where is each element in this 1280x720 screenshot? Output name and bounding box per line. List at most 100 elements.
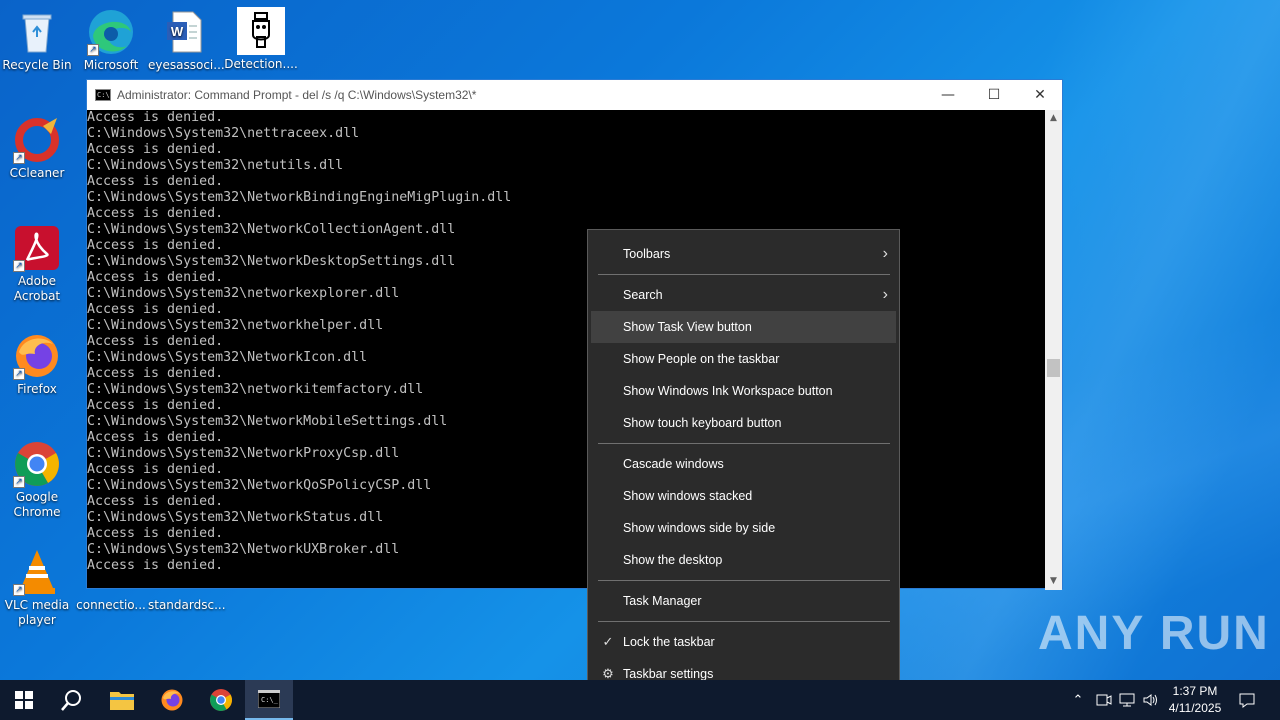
tray-volume[interactable]: [1141, 680, 1161, 720]
menu-item-show-ink-workspace[interactable]: Show Windows Ink Workspace button: [591, 375, 896, 407]
console-line: Access is denied.: [87, 526, 224, 541]
window-title: Administrator: Command Prompt - del /s /…: [117, 88, 477, 102]
notification-icon: [1239, 693, 1255, 708]
console-line: Access is denied.: [87, 334, 224, 349]
desktop-icon-edge[interactable]: ↗ Microsoft Edge: [74, 8, 148, 74]
console-line: C:\Windows\System32\nettraceex.dll: [87, 126, 360, 141]
menu-item-label: Show Task View button: [623, 320, 752, 334]
desktop-icon-word-doc[interactable]: W eyesassoci...: [148, 8, 225, 73]
anyrun-watermark: ANY RUN: [1038, 607, 1270, 660]
desktop-icon-standards[interactable]: standardsc...: [148, 598, 226, 613]
menu-item-show-people[interactable]: Show People on the taskbar: [591, 343, 896, 375]
taskbar-file-explorer[interactable]: [98, 680, 146, 720]
menu-item-label: Show Windows Ink Workspace button: [623, 384, 833, 398]
firefox-icon: [161, 689, 183, 711]
console-line: C:\Windows\System32\NetworkIcon.dll: [87, 350, 368, 365]
adobe-acrobat-icon: ↗: [13, 224, 61, 272]
shortcut-arrow-icon: ↗: [13, 584, 25, 596]
scroll-up-arrow-icon[interactable]: ▲: [1045, 110, 1062, 127]
desktop-icon-recycle-bin[interactable]: Recycle Bin: [0, 8, 74, 73]
menu-item-show-touch-keyboard[interactable]: Show touch keyboard button: [591, 407, 896, 439]
console-line: C:\Windows\System32\NetworkProxyCsp.dll: [87, 446, 400, 461]
console-line: Access is denied.: [87, 366, 224, 381]
desktop-icon-connection[interactable]: connectio...: [74, 598, 148, 613]
console-line: C:\Windows\System32\NetworkMobileSetting…: [87, 414, 448, 429]
shortcut-arrow-icon: ↗: [13, 260, 25, 272]
desktop-icon-label: Google Chrome: [13, 490, 61, 519]
menu-item-task-manager[interactable]: Task Manager: [591, 585, 896, 617]
console-line: C:\Windows\System32\NetworkUXBroker.dll: [87, 542, 400, 557]
minimize-icon: —: [941, 87, 955, 103]
console-line: Access is denied.: [87, 398, 224, 413]
console-line: Access is denied.: [87, 110, 224, 125]
menu-item-toolbars[interactable]: Toolbars ›: [591, 238, 896, 270]
console-line: Access is denied.: [87, 142, 224, 157]
desktop-icon-label: eyesassoci...: [148, 58, 225, 72]
maximize-button[interactable]: ☐: [971, 80, 1017, 110]
clock-time: 1:37 PM: [1172, 684, 1218, 698]
chevron-up-icon: ⌃: [1072, 692, 1084, 708]
menu-separator: [598, 274, 890, 275]
console-line: C:\Windows\System32\NetworkQoSPolicyCSP.…: [87, 478, 432, 493]
menu-item-show-task-view[interactable]: Show Task View button: [591, 311, 896, 343]
search-button[interactable]: [48, 680, 96, 720]
desktop-icon-label: Firefox: [17, 382, 57, 396]
desktop-icon-firefox[interactable]: ↗ Firefox: [0, 332, 74, 397]
tray-network[interactable]: [1117, 680, 1137, 720]
console-line: Access is denied.: [87, 302, 224, 317]
window-titlebar[interactable]: C:\ Administrator: Command Prompt - del …: [87, 80, 1062, 110]
menu-item-side-by-side[interactable]: Show windows side by side: [591, 512, 896, 544]
close-icon: ✕: [1034, 87, 1046, 103]
taskbar-clock[interactable]: 1:37 PM 4/11/2025: [1160, 683, 1230, 717]
taskbar-firefox[interactable]: [148, 680, 196, 720]
menu-item-label: Show the desktop: [623, 553, 723, 567]
console-line: C:\Windows\System32\networkhelper.dll: [87, 318, 384, 333]
console-line: C:\Windows\System32\netutils.dll: [87, 158, 344, 173]
search-icon: [61, 690, 81, 711]
volume-icon: [1143, 694, 1157, 706]
close-button[interactable]: ✕: [1017, 80, 1063, 110]
desktop-icon-label: VLC media player: [4, 598, 70, 627]
show-hidden-icons-button[interactable]: ⌃: [1068, 680, 1088, 720]
taskbar-context-menu: Toolbars › Search › Show Task View butto…: [587, 229, 900, 699]
svg-text:C:\_: C:\_: [261, 696, 279, 704]
desktop-icon-acrobat[interactable]: ↗ Adobe Acrobat: [0, 224, 74, 304]
vertical-scrollbar[interactable]: ▲ ▼: [1045, 110, 1062, 590]
minimize-button[interactable]: —: [925, 80, 971, 110]
console-line: Access is denied.: [87, 270, 224, 285]
word-document-icon: W: [161, 8, 209, 56]
taskbar-cmd[interactable]: C:\_: [245, 680, 293, 720]
console-line: Access is denied.: [87, 174, 224, 189]
clock-date: 4/11/2025: [1168, 701, 1222, 715]
desktop-icon-vlc[interactable]: ↗ VLC media player: [0, 548, 74, 628]
taskbar[interactable]: C:\_ ⌃ 1:37 PM 4/11/2025: [0, 680, 1280, 720]
shortcut-arrow-icon: ↗: [13, 476, 25, 488]
desktop-icon-detection[interactable]: Detection....: [224, 7, 298, 72]
menu-item-label: Lock the taskbar: [623, 635, 715, 649]
start-button[interactable]: [0, 680, 48, 720]
menu-item-show-desktop[interactable]: Show the desktop: [591, 544, 896, 576]
console-line: C:\Windows\System32\NetworkStatus.dll: [87, 510, 384, 525]
menu-item-search[interactable]: Search ›: [591, 279, 896, 311]
scrollbar-thumb[interactable]: [1047, 359, 1060, 377]
command-prompt-window[interactable]: C:\ Administrator: Command Prompt - del …: [86, 79, 1063, 590]
scroll-down-arrow-icon[interactable]: ▼: [1045, 573, 1062, 590]
console-output[interactable]: Access is denied. C:\Windows\System32\net…: [87, 110, 1047, 590]
menu-item-lock-taskbar[interactable]: ✓ Lock the taskbar: [591, 626, 896, 658]
console-line: Access is denied.: [87, 238, 224, 253]
action-center-button[interactable]: [1234, 680, 1260, 720]
desktop-icon-ccleaner[interactable]: ↗ CCleaner: [0, 116, 74, 181]
start-icon: [15, 691, 33, 709]
tray-meet-now[interactable]: [1094, 680, 1114, 720]
chevron-right-icon: ›: [882, 245, 888, 262]
menu-item-label: Cascade windows: [623, 457, 724, 471]
console-line: Access is denied.: [87, 462, 224, 477]
menu-item-cascade-windows[interactable]: Cascade windows: [591, 448, 896, 480]
taskbar-chrome[interactable]: [197, 680, 245, 720]
menu-item-label: Search: [623, 288, 663, 302]
desktop-icon-chrome[interactable]: ↗ Google Chrome: [0, 440, 74, 520]
network-icon: [1119, 693, 1135, 707]
console-line: Access is denied.: [87, 206, 224, 221]
menu-item-windows-stacked[interactable]: Show windows stacked: [591, 480, 896, 512]
menu-item-label: Show windows side by side: [623, 521, 776, 535]
